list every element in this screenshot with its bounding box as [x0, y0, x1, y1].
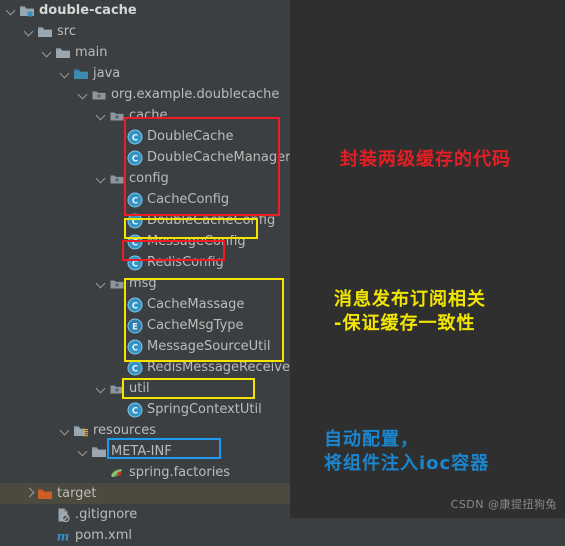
- highlight-box-spring-context-util: [122, 378, 255, 399]
- maven-file-icon: m: [55, 528, 71, 544]
- highlight-box-cache-config-classes: [124, 117, 280, 216]
- highlight-box-message-config: [124, 218, 258, 239]
- tree-row-pom-xml[interactable]: m pom.xml: [0, 525, 290, 546]
- svg-text:m: m: [57, 529, 70, 543]
- project-tool-window: double-cache src main java org.example.doubl…: [0, 0, 565, 543]
- tree-row-label: pom.xml: [75, 528, 132, 543]
- highlight-overlay: [0, 0, 565, 518]
- highlight-box-msg-classes: [124, 278, 284, 362]
- no-chevron-spacer: [42, 530, 53, 541]
- highlight-box-spring-factories: [107, 438, 221, 459]
- highlight-box-redis-config: [122, 240, 225, 261]
